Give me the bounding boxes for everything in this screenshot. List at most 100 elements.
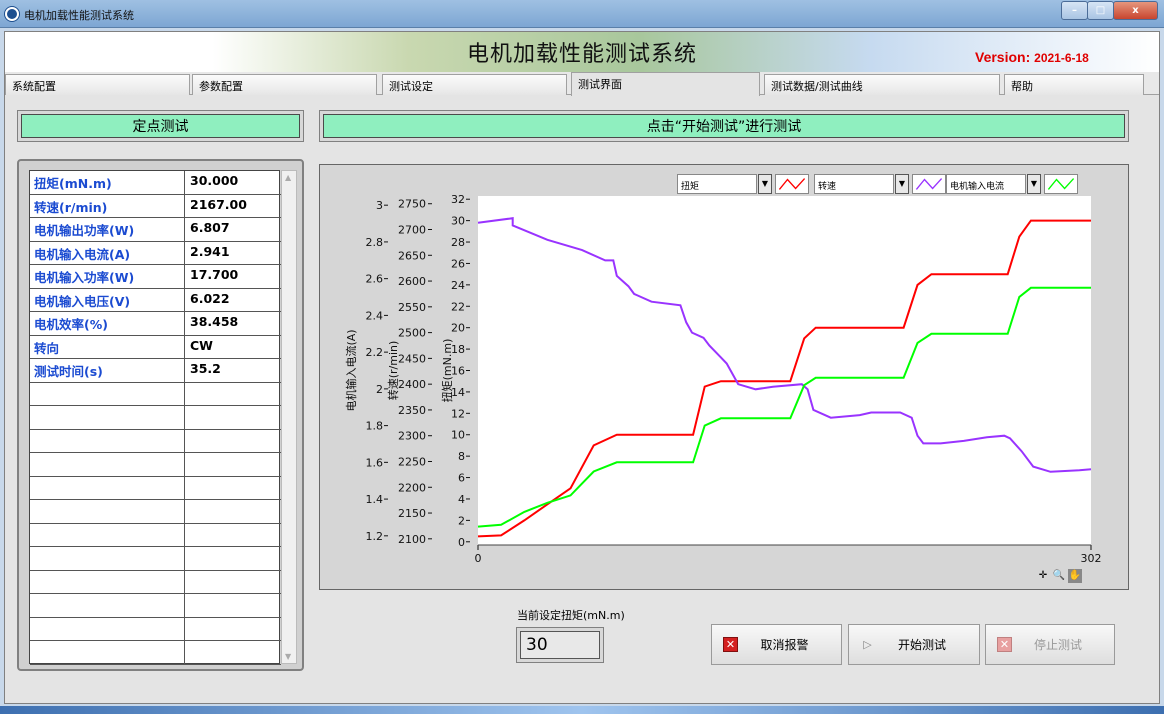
param-value [186,383,281,406]
table-row: 电机输入功率(W) 17.700 [30,265,281,289]
param-name: 测试时间(s) [30,359,185,382]
maximize-button[interactable]: □ [1087,1,1114,20]
y-tick-label: 6 [458,472,465,485]
fixed-point-test-header: 定点测试 [17,110,304,142]
y-tick-label: 2 [458,514,465,527]
param-name [30,382,185,406]
y-tick-label: 2.8 [366,236,384,249]
y-axis-title: 转速(r/min) [386,341,400,401]
table-row [30,476,281,501]
app-icon [5,7,19,21]
y-tick-label: 2.4 [366,309,384,322]
graph-tools: ✛ 🔍 ✋ [1036,569,1082,583]
y-tick-label: 4 [458,493,465,506]
y-tick-label: 2750 [398,198,426,211]
tab-test-settings[interactable]: 测试设定 [382,74,567,95]
param-value [186,430,281,453]
tab-parameter-config[interactable]: 参数配置 [192,74,377,95]
param-name [30,594,185,617]
param-name [30,570,185,594]
table-row [30,382,281,407]
y-tick-label: 2200 [398,481,426,494]
param-value [186,500,281,523]
start-test-button[interactable]: ▷ 开始测试 [848,624,980,665]
table-row [30,406,281,430]
version-date: 2021-6-18 [1034,51,1089,65]
fixed-point-test-title: 定点测试 [21,114,300,138]
minimize-button[interactable]: – [1061,1,1088,20]
param-value [186,453,281,476]
stop-test-label: 停止测试 [1033,638,1082,652]
y-axis-title: 电机输入电流(A) [344,329,358,411]
scroll-up-arrow-icon[interactable]: ▲ [285,173,291,182]
param-name [30,547,185,570]
param-value: 35.2 [190,361,221,377]
x-tick-label: 0 [475,552,482,565]
param-value [186,594,281,617]
y-tick-label: 2450 [398,352,426,365]
plot-area [478,196,1091,545]
param-value [186,571,281,594]
cancel-alarm-button[interactable]: ✕ 取消报警 [711,624,842,665]
close-x-icon: ✕ [723,637,738,652]
y-tick-label: 2700 [398,224,426,237]
param-value: 2.941 [190,243,230,259]
setpoint-value: 30 [520,631,600,659]
param-value [186,406,281,429]
cancel-alarm-label: 取消报警 [760,638,809,652]
y-tick-label: 26 [451,257,465,270]
version-label: Version: 2021-6-18 [975,49,1089,65]
y-tick-label: 24 [451,279,465,292]
param-value [186,477,281,500]
table-row: 测试时间(s) 35.2 [30,359,281,383]
table-row [30,617,281,642]
param-name: 电机输出功率(W) [30,218,185,241]
y-tick-label: 8 [458,450,465,463]
param-value: 2167.00 [190,196,247,212]
measurement-table: 扭矩(mN.m) 30.000 转速(r/min) 2167.00 电机输出功率(W) 6… [29,170,281,665]
y-tick-label: 1.6 [366,456,384,469]
tab-test-interface[interactable]: 测试界面 [571,72,760,96]
table-row: 电机输出功率(W) 6.807 [30,218,281,242]
table-row [30,547,281,571]
pan-tool-icon[interactable]: ✋ [1068,569,1082,583]
y-tick-label: 2500 [398,327,426,340]
param-name: 扭矩(mN.m) [30,171,185,194]
y-tick-label: 2150 [398,507,426,520]
play-icon: ▷ [863,638,872,651]
setpoint-label: 当前设定扭矩(mN.m) [517,609,625,622]
stop-test-button[interactable]: ✕ 停止测试 [985,624,1115,665]
window-title: 电机加载性能测试系统 [24,9,134,22]
param-name [30,641,185,664]
param-name: 电机输入电流(A) [30,241,185,265]
table-row [30,594,281,618]
taskbar-strip [0,706,1164,714]
table-row: 电机输入电流(A) 2.941 [30,241,281,266]
test-curve-chart[interactable]: 1.21.41.61.822.22.42.62.83电机输入电流(A)21002… [320,165,1128,589]
start-test-label: 开始测试 [897,638,946,652]
y-tick-label: 32 [451,193,465,206]
tab-system-config[interactable]: 系统配置 [5,74,190,95]
y-tick-label: 20 [451,322,465,335]
measurement-table-panel: 扭矩(mN.m) 30.000 转速(r/min) 2167.00 电机输出功率(W) 6… [17,159,304,671]
table-row [30,453,281,477]
param-name: 电机效率(%) [30,312,185,335]
param-name [30,453,185,476]
window-controls: – □ x [1061,1,1158,20]
zoom-tool-icon[interactable]: 🔍 [1052,569,1066,583]
setpoint-indicator: 30 [516,627,604,663]
close-x-icon: ✕ [997,637,1012,652]
table-scrollbar[interactable]: ▲ ▼ [281,170,297,664]
tab-help[interactable]: 帮助 [1004,74,1144,95]
tab-test-data-curve[interactable]: 测试数据/测试曲线 [764,74,1000,95]
table-row [30,641,281,665]
y-tick-label: 1.8 [366,420,384,433]
scroll-down-arrow-icon[interactable]: ▼ [285,652,291,661]
param-name [30,406,185,429]
y-tick-label: 2400 [398,378,426,391]
close-button[interactable]: x [1113,1,1158,20]
y-tick-label: 2650 [398,249,426,262]
cursor-tool-icon[interactable]: ✛ [1036,569,1050,583]
y-tick-label: 2.6 [366,273,384,286]
param-value [186,524,281,547]
